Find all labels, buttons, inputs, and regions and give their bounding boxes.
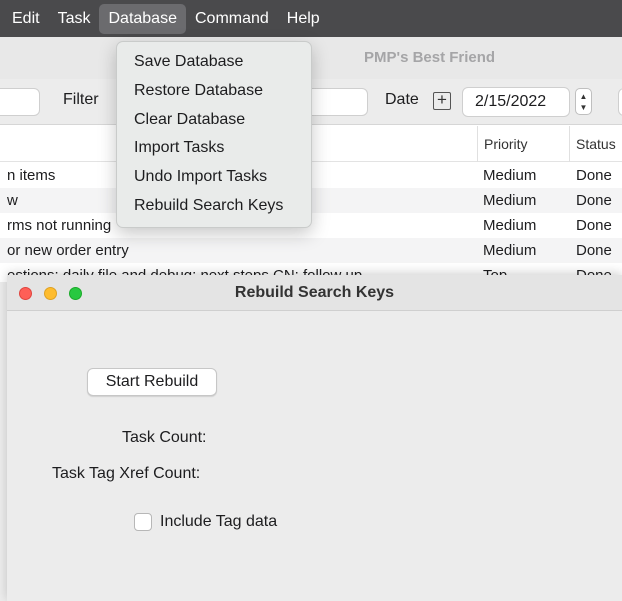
chevron-down-icon[interactable]: ▼ (580, 103, 588, 112)
date-stepper[interactable]: ▲ ▼ (575, 88, 592, 115)
table-row[interactable]: or new order entry Medium Done (0, 238, 622, 263)
extra-field[interactable] (618, 88, 622, 116)
chevron-up-icon[interactable]: ▲ (580, 92, 588, 101)
start-rebuild-button[interactable]: Start Rebuild (87, 368, 217, 396)
rebuild-search-keys-dialog: Rebuild Search Keys Start Rebuild Task C… (7, 275, 622, 601)
xref-count-label: Task Tag Xref Count: (52, 465, 201, 482)
menu-item-save-database[interactable]: Save Database (117, 48, 311, 77)
menu-task[interactable]: Task (49, 4, 100, 34)
menu-edit[interactable]: Edit (3, 4, 49, 34)
menu-database[interactable]: Database (99, 3, 186, 34)
menu-item-import-tasks[interactable]: Import Tasks (117, 134, 311, 163)
column-status[interactable]: Status (569, 126, 622, 162)
menu-item-undo-import-tasks[interactable]: Undo Import Tasks (117, 163, 311, 192)
menu-command[interactable]: Command (186, 4, 278, 34)
menu-bar: Edit Task Database Command Help (0, 0, 622, 37)
task-priority: Medium (483, 217, 537, 234)
filter-label: Filter (63, 91, 99, 108)
task-status: Done (576, 217, 612, 234)
task-name: w (7, 192, 18, 209)
dialog-titlebar: Rebuild Search Keys (7, 275, 622, 311)
date-toggle-plus-icon[interactable]: + (433, 91, 451, 110)
date-label: Date (385, 91, 419, 108)
column-priority[interactable]: Priority (477, 126, 569, 162)
task-name: or new order entry (7, 242, 129, 259)
task-status: Done (576, 192, 612, 209)
menu-item-restore-database[interactable]: Restore Database (117, 77, 311, 106)
task-priority: Medium (483, 242, 537, 259)
task-priority: Medium (483, 167, 537, 184)
task-name: n items (7, 167, 56, 184)
database-menu: Save Database Restore Database Clear Dat… (116, 41, 312, 228)
menu-item-rebuild-search-keys[interactable]: Rebuild Search Keys (117, 192, 311, 221)
task-status: Done (576, 167, 612, 184)
task-name: rms not running (7, 217, 112, 234)
include-tag-label[interactable]: Include Tag data (160, 513, 277, 531)
date-field[interactable]: 2/15/2022 (462, 87, 570, 117)
dialog-title: Rebuild Search Keys (234, 284, 395, 301)
include-tag-checkbox[interactable] (134, 513, 152, 531)
task-status: Done (576, 242, 612, 259)
menu-help[interactable]: Help (278, 4, 329, 34)
search-field[interactable] (0, 88, 40, 116)
menu-item-clear-database[interactable]: Clear Database (117, 106, 311, 135)
task-count-label: Task Count: (122, 429, 207, 446)
task-priority: Medium (483, 192, 537, 209)
main-window-title: PMP's Best Friend (364, 49, 496, 66)
